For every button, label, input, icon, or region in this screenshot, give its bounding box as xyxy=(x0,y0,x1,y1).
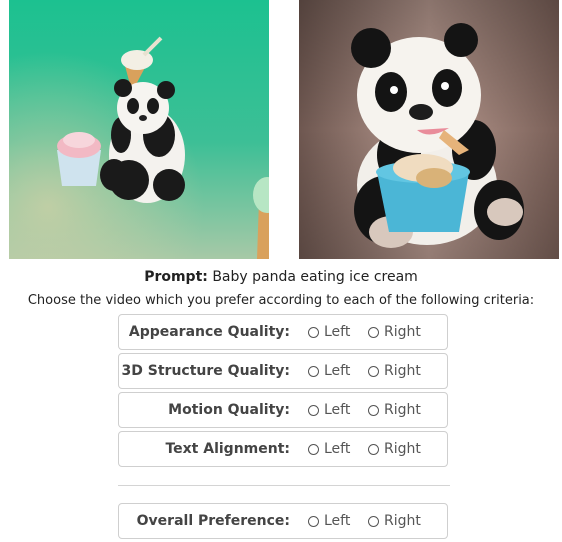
option-label: Left xyxy=(324,324,351,340)
criterion-motion-quality: Motion Quality: Left Right xyxy=(118,392,448,428)
overall-right-option[interactable]: Right xyxy=(368,504,421,538)
overall-left-option[interactable]: Left xyxy=(308,504,350,538)
radio-button[interactable] xyxy=(368,365,379,377)
motion-right-option[interactable]: Right xyxy=(368,393,421,427)
criterion-label: Text Alignment: xyxy=(165,441,290,457)
right-video[interactable] xyxy=(299,0,559,259)
prompt-text: Prompt: Baby panda eating ice cream xyxy=(0,268,562,286)
criterion-text-alignment: Text Alignment: Left Right xyxy=(118,431,448,467)
option-label: Right xyxy=(384,441,421,457)
criterion-label: Appearance Quality: xyxy=(128,324,290,340)
criterion-label: 3D Structure Quality: xyxy=(121,363,290,379)
right-video-frame xyxy=(299,0,559,259)
option-label: Right xyxy=(384,324,421,340)
criterion-label: Motion Quality: xyxy=(168,402,290,418)
text-alignment-right-option[interactable]: Right xyxy=(368,432,421,466)
survey-page: Prompt: Baby panda eating ice cream Choo… xyxy=(0,0,562,542)
option-label: Left xyxy=(324,363,351,379)
appearance-left-option[interactable]: Left xyxy=(308,315,350,349)
option-label: Right xyxy=(384,402,421,418)
radio-button[interactable] xyxy=(308,515,319,527)
option-label: Left xyxy=(324,441,351,457)
prompt-value: Baby panda eating ice cream xyxy=(212,269,418,285)
text-alignment-left-option[interactable]: Left xyxy=(308,432,350,466)
criterion-appearance-quality: Appearance Quality: Left Right xyxy=(118,314,448,350)
option-label: Right xyxy=(384,513,421,529)
radio-button[interactable] xyxy=(368,515,379,527)
prompt-label: Prompt: xyxy=(144,269,208,285)
radio-button[interactable] xyxy=(368,404,379,416)
criterion-3d-structure-quality: 3D Structure Quality: Left Right xyxy=(118,353,448,389)
left-video-frame xyxy=(9,0,269,259)
appearance-right-option[interactable]: Right xyxy=(368,315,421,349)
radio-button[interactable] xyxy=(308,365,319,377)
radio-button[interactable] xyxy=(308,326,319,338)
left-video[interactable] xyxy=(9,0,269,259)
criterion-label: Overall Preference: xyxy=(136,513,290,529)
radio-button[interactable] xyxy=(368,326,379,338)
option-label: Left xyxy=(324,402,351,418)
option-label: Left xyxy=(324,513,351,529)
radio-button[interactable] xyxy=(308,443,319,455)
motion-left-option[interactable]: Left xyxy=(308,393,350,427)
section-divider xyxy=(118,485,450,486)
criterion-overall-preference: Overall Preference: Left Right xyxy=(118,503,448,539)
option-label: Right xyxy=(384,363,421,379)
radio-button[interactable] xyxy=(368,443,379,455)
structure-left-option[interactable]: Left xyxy=(308,354,350,388)
structure-right-option[interactable]: Right xyxy=(368,354,421,388)
radio-button[interactable] xyxy=(308,404,319,416)
instruction-text: Choose the video which you prefer accord… xyxy=(27,293,535,308)
